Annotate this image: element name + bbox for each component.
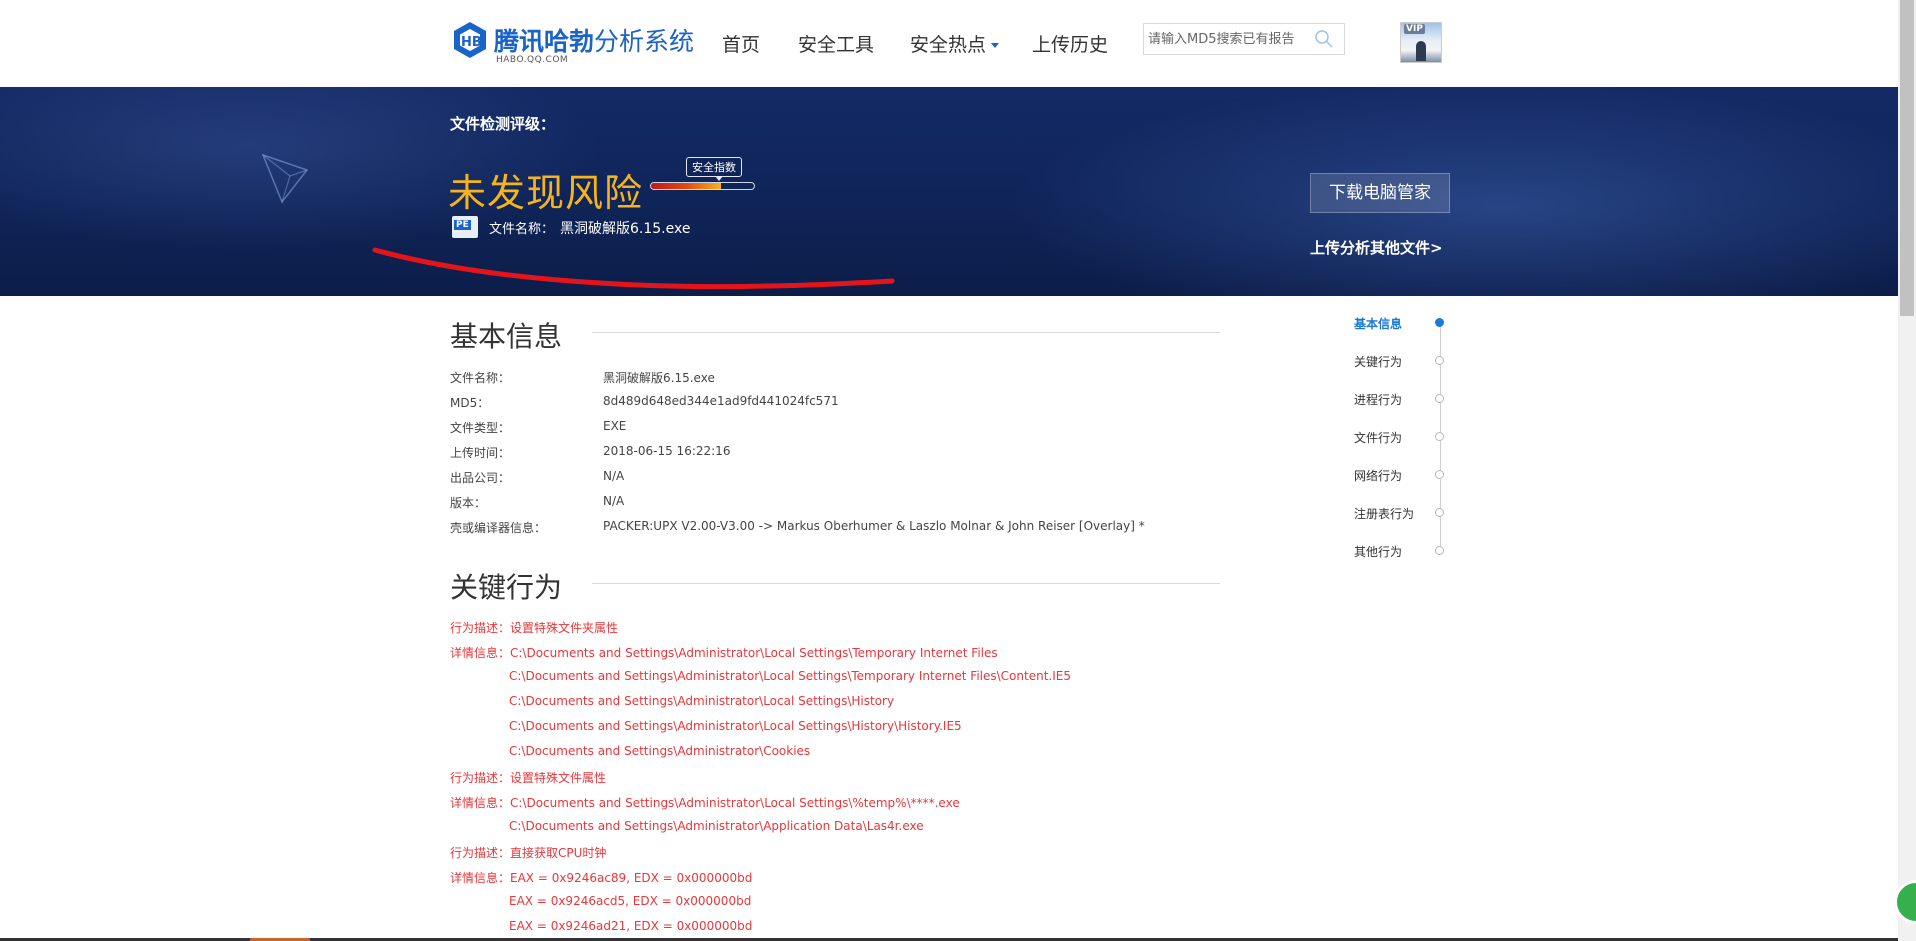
upload-other-files-link[interactable]: 上传分析其他文件>: [1310, 237, 1443, 258]
nav-security-tools[interactable]: 安全工具: [798, 30, 874, 57]
info-value: N/A: [603, 469, 625, 483]
safety-index-tooltip: 安全指数: [686, 157, 742, 181]
side-nav-dot[interactable]: [1435, 546, 1444, 555]
info-value: 8d489d648ed344e1ad9fd441024fc571: [603, 394, 839, 408]
user-avatar[interactable]: VIP: [1400, 22, 1442, 63]
info-key: 文件名称：: [450, 371, 511, 385]
behavior-detail-continued: C:\Documents and Settings\Administrator\…: [509, 669, 1071, 683]
behavior-detail-continued: C:\Documents and Settings\Administrator\…: [509, 719, 962, 733]
behavior-detail: 详情信息：C:\Documents and Settings\Administr…: [450, 646, 998, 660]
nav-security-hotspots[interactable]: 安全热点: [910, 30, 1000, 57]
avatar-figure: [1416, 41, 1426, 61]
safety-index-fill: [651, 183, 722, 189]
behavior-detail-continued: C:\Documents and Settings\Administrator\…: [509, 744, 811, 758]
result-banner: 文件检测评级： 未发现风险 安全指数 PE 文件名称： 黑洞破解版6.15.exe…: [0, 87, 1898, 296]
logo-title: 腾讯哈勃分析系统: [494, 22, 694, 58]
info-key: MD5：: [450, 396, 490, 410]
page-scrollbar[interactable]: [1898, 0, 1916, 941]
download-pc-manager-button[interactable]: 下载电脑管家: [1310, 173, 1450, 213]
side-nav-network-behavior[interactable]: 网络行为: [1354, 467, 1402, 484]
side-nav-dot-active[interactable]: [1435, 318, 1444, 327]
pe-badge: PE: [454, 220, 471, 230]
behavior-detail: 详情信息：C:\Documents and Settings\Administr…: [450, 796, 960, 810]
side-nav-dot[interactable]: [1435, 470, 1444, 479]
side-nav-dot[interactable]: [1435, 356, 1444, 365]
info-value: N/A: [603, 494, 625, 508]
md5-search-box: [1143, 23, 1345, 55]
behavior-description: 行为描述：设置特殊文件夹属性: [450, 621, 619, 635]
behavior-description: 行为描述：直接获取CPU时钟: [450, 846, 607, 860]
scrollbar-thumb[interactable]: [1900, 0, 1914, 316]
rating-label: 文件检测评级：: [450, 115, 556, 133]
key-behavior-divider: [592, 583, 1220, 584]
basic-info-title: 基本信息: [450, 320, 563, 353]
decorative-triangle-icon: [261, 153, 309, 204]
behavior-detail-continued: C:\Documents and Settings\Administrator\…: [509, 819, 924, 833]
side-nav-other-behavior[interactable]: 其他行为: [1354, 543, 1402, 560]
logo-title-rest: 分析系统: [594, 27, 695, 56]
basic-info-divider: [592, 332, 1220, 333]
search-icon[interactable]: [1314, 29, 1334, 49]
nav-upload-history[interactable]: 上传历史: [1032, 30, 1108, 57]
info-value: 2018-06-15 16:22:16: [603, 444, 731, 458]
risk-result: 未发现风险: [448, 171, 644, 215]
nav-security-hotspots-label: 安全热点: [910, 34, 987, 56]
behavior-detail-continued: EAX = 0x9246acd5, EDX = 0x000000bd: [509, 894, 752, 908]
info-key: 文件类型：: [450, 421, 511, 435]
svg-text:HB: HB: [461, 35, 482, 50]
vip-badge: VIP: [1404, 24, 1425, 34]
side-nav-dot[interactable]: [1435, 432, 1444, 441]
side-nav-registry-behavior[interactable]: 注册表行为: [1354, 505, 1414, 522]
side-nav-dot[interactable]: [1435, 508, 1444, 517]
side-nav-file-behavior[interactable]: 文件行为: [1354, 429, 1402, 446]
side-nav-process-behavior[interactable]: 进程行为: [1354, 391, 1402, 408]
info-key: 壳或编译器信息：: [450, 521, 547, 535]
behavior-detail: 详情信息：EAX = 0x9246ac89, EDX = 0x000000bd: [450, 871, 753, 885]
info-key: 版本：: [450, 496, 487, 510]
info-value: EXE: [603, 419, 627, 433]
habo-logo-icon: HB: [454, 22, 486, 58]
behavior-description: 行为描述：设置特殊文件属性: [450, 771, 607, 785]
info-value: PACKER:UPX V2.00-V3.00 -> Markus Oberhum…: [603, 519, 1145, 533]
safety-index-gauge: [650, 182, 755, 190]
behavior-detail-continued: C:\Documents and Settings\Administrator\…: [509, 694, 895, 708]
logo-subtitle: HABO.QQ.COM: [496, 55, 569, 65]
behavior-detail-continued: EAX = 0x9246ad21, EDX = 0x000000bd: [509, 919, 753, 933]
chevron-down-icon: [991, 43, 1000, 48]
side-nav-basic-info[interactable]: 基本信息: [1354, 315, 1402, 332]
info-key: 上传时间：: [450, 446, 511, 460]
side-nav-dot[interactable]: [1435, 394, 1444, 403]
key-behavior-title: 关键行为: [450, 571, 563, 604]
info-key: 出品公司：: [450, 471, 511, 485]
info-value: 黑洞破解版6.15.exe: [603, 371, 715, 385]
logo-title-bold: 腾讯哈勃: [494, 27, 595, 56]
nav-home[interactable]: 首页: [722, 30, 760, 57]
top-navigation-bar: HB 腾讯哈勃分析系统 HABO.QQ.COM 首页 安全工具 安全热点 上传历…: [0, 0, 1898, 87]
red-annotation-stroke: [372, 247, 895, 290]
md5-search-input[interactable]: [1148, 28, 1308, 50]
side-nav-key-behavior[interactable]: 关键行为: [1354, 353, 1402, 370]
